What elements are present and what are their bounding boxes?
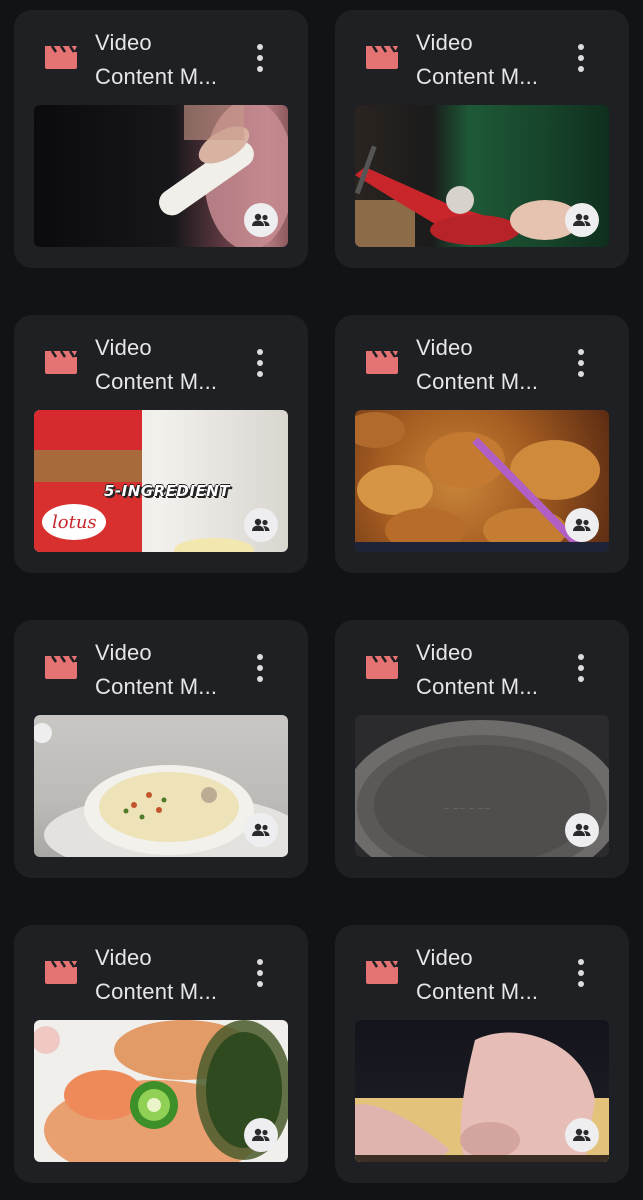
video-card[interactable]: Video Content M... lotus 5-INGREDIENT bbox=[14, 315, 308, 573]
more-options-button[interactable] bbox=[567, 648, 595, 688]
card-title-line1: Video bbox=[416, 335, 473, 360]
shared-people-icon bbox=[244, 508, 278, 542]
video-clapperboard-icon bbox=[366, 655, 398, 679]
card-title-line2: Content M... bbox=[416, 64, 539, 89]
video-clapperboard-icon bbox=[366, 45, 398, 69]
card-title: Video Content M... bbox=[95, 26, 245, 94]
card-title-line1: Video bbox=[95, 335, 152, 360]
card-title-line1: Video bbox=[416, 945, 473, 970]
more-options-button[interactable] bbox=[246, 343, 274, 383]
video-clapperboard-icon bbox=[45, 350, 77, 374]
video-clapperboard-icon bbox=[45, 45, 77, 69]
video-thumbnail[interactable] bbox=[355, 105, 609, 247]
video-thumbnail[interactable]: ~ ~~ ~ ~~ bbox=[355, 715, 609, 857]
video-card[interactable]: Video Content M... bbox=[14, 925, 308, 1183]
card-title-line1: Video bbox=[95, 640, 152, 665]
video-card[interactable]: Video Content M... bbox=[335, 925, 629, 1183]
video-clapperboard-icon bbox=[45, 960, 77, 984]
more-options-button[interactable] bbox=[567, 953, 595, 993]
card-title-line2: Content M... bbox=[95, 369, 218, 394]
video-thumbnail[interactable] bbox=[34, 105, 288, 247]
card-title-line2: Content M... bbox=[416, 674, 539, 699]
card-title: Video Content M... bbox=[416, 636, 566, 704]
shared-people-icon bbox=[244, 1118, 278, 1152]
video-thumbnail[interactable]: lotus 5-INGREDIENT bbox=[34, 410, 288, 552]
video-clapperboard-icon bbox=[366, 350, 398, 374]
more-options-button[interactable] bbox=[246, 953, 274, 993]
video-clapperboard-icon bbox=[366, 960, 398, 984]
shared-people-icon bbox=[244, 203, 278, 237]
video-card[interactable]: Video Content M... bbox=[14, 10, 308, 268]
shared-people-icon bbox=[565, 813, 599, 847]
card-title: Video Content M... bbox=[416, 26, 566, 94]
card-title-line1: Video bbox=[95, 945, 152, 970]
card-title-line1: Video bbox=[416, 640, 473, 665]
more-options-button[interactable] bbox=[246, 38, 274, 78]
thumbnail-overlay-text: 5-INGREDIENT bbox=[104, 482, 230, 500]
more-options-button[interactable] bbox=[567, 343, 595, 383]
video-card[interactable]: Video Content M... bbox=[335, 315, 629, 573]
video-thumbnail[interactable] bbox=[34, 715, 288, 857]
more-options-button[interactable] bbox=[246, 648, 274, 688]
card-title-line1: Video bbox=[95, 30, 152, 55]
card-title-line2: Content M... bbox=[416, 369, 539, 394]
video-card[interactable]: Video Content M... ~ ~~ ~ ~~ bbox=[335, 620, 629, 878]
shared-people-icon bbox=[565, 1118, 599, 1152]
card-title-line1: Video bbox=[416, 30, 473, 55]
card-title: Video Content M... bbox=[416, 331, 566, 399]
video-card[interactable]: Video Content M... bbox=[14, 620, 308, 878]
shared-people-icon bbox=[565, 203, 599, 237]
shared-people-icon bbox=[244, 813, 278, 847]
card-title: Video Content M... bbox=[416, 941, 566, 1009]
video-thumbnail[interactable] bbox=[34, 1020, 288, 1162]
card-title: Video Content M... bbox=[95, 331, 245, 399]
card-title: Video Content M... bbox=[95, 941, 245, 1009]
svg-text:~ ~~ ~ ~~: ~ ~~ ~ ~~ bbox=[443, 804, 491, 813]
card-title-line2: Content M... bbox=[416, 979, 539, 1004]
video-grid: Video Content M... Video Content M... Vi… bbox=[0, 0, 643, 1200]
card-title-line2: Content M... bbox=[95, 674, 218, 699]
shared-people-icon bbox=[565, 508, 599, 542]
video-thumbnail[interactable] bbox=[355, 410, 609, 552]
card-title: Video Content M... bbox=[95, 636, 245, 704]
card-title-line2: Content M... bbox=[95, 979, 218, 1004]
more-options-button[interactable] bbox=[567, 38, 595, 78]
svg-text:lotus: lotus bbox=[52, 512, 97, 533]
video-card[interactable]: Video Content M... bbox=[335, 10, 629, 268]
video-thumbnail[interactable] bbox=[355, 1020, 609, 1162]
video-clapperboard-icon bbox=[45, 655, 77, 679]
card-title-line2: Content M... bbox=[95, 64, 218, 89]
